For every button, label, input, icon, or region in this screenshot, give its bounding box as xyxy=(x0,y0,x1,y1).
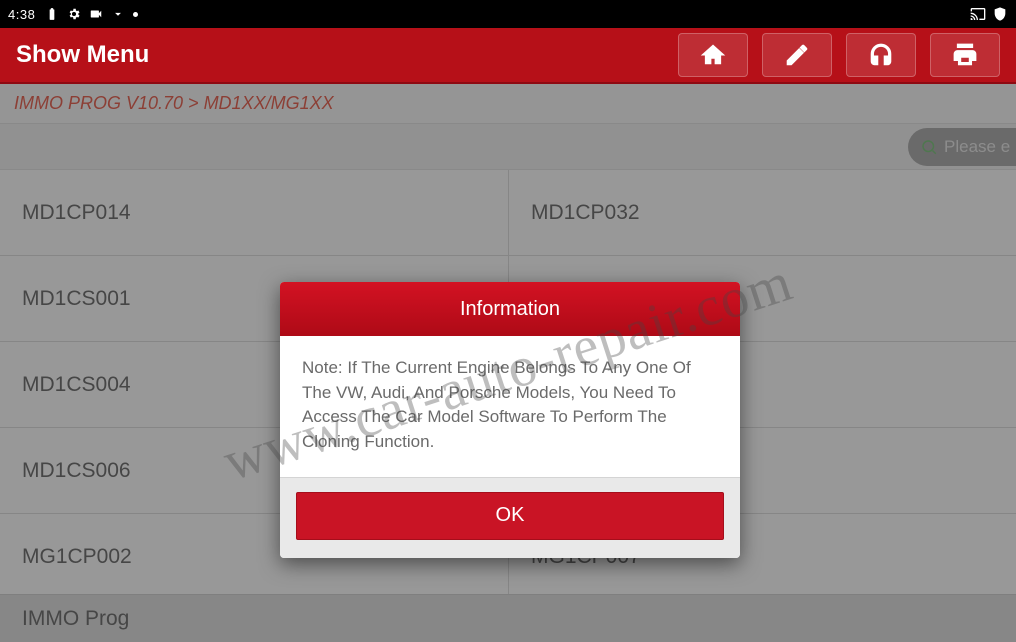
dialog-footer: OK xyxy=(280,477,740,558)
modal-overlay: Information Note: If The Current Engine … xyxy=(0,84,1016,642)
down-caret-icon xyxy=(111,7,125,21)
status-left: 4:38 xyxy=(8,7,138,22)
home-button[interactable] xyxy=(678,33,748,77)
status-icons-right xyxy=(970,6,1008,22)
android-status-bar: 4:38 xyxy=(0,0,1016,28)
dialog-body: Note: If The Current Engine Belongs To A… xyxy=(280,336,740,477)
ok-button-label: OK xyxy=(496,504,525,527)
shield-icon xyxy=(992,6,1008,22)
app-header: Show Menu xyxy=(0,28,1016,84)
battery-icon xyxy=(45,7,59,21)
camera-icon xyxy=(89,7,103,21)
print-button[interactable] xyxy=(930,33,1000,77)
cast-icon xyxy=(970,6,986,22)
app-root: 4:38 xyxy=(0,0,1016,642)
ok-button[interactable]: OK xyxy=(296,492,724,540)
headset-icon xyxy=(868,42,894,68)
page-title: Show Menu xyxy=(16,41,149,69)
status-time: 4:38 xyxy=(8,7,35,22)
gear-icon xyxy=(67,7,81,21)
status-dot-icon xyxy=(133,12,138,17)
support-button[interactable] xyxy=(846,33,916,77)
info-dialog: Information Note: If The Current Engine … xyxy=(280,282,740,558)
edit-icon xyxy=(784,42,810,68)
dialog-title: Information xyxy=(280,282,740,336)
header-actions xyxy=(678,33,1000,77)
printer-icon xyxy=(952,42,978,68)
edit-button[interactable] xyxy=(762,33,832,77)
home-icon xyxy=(700,42,726,68)
status-icons-left xyxy=(45,7,138,21)
